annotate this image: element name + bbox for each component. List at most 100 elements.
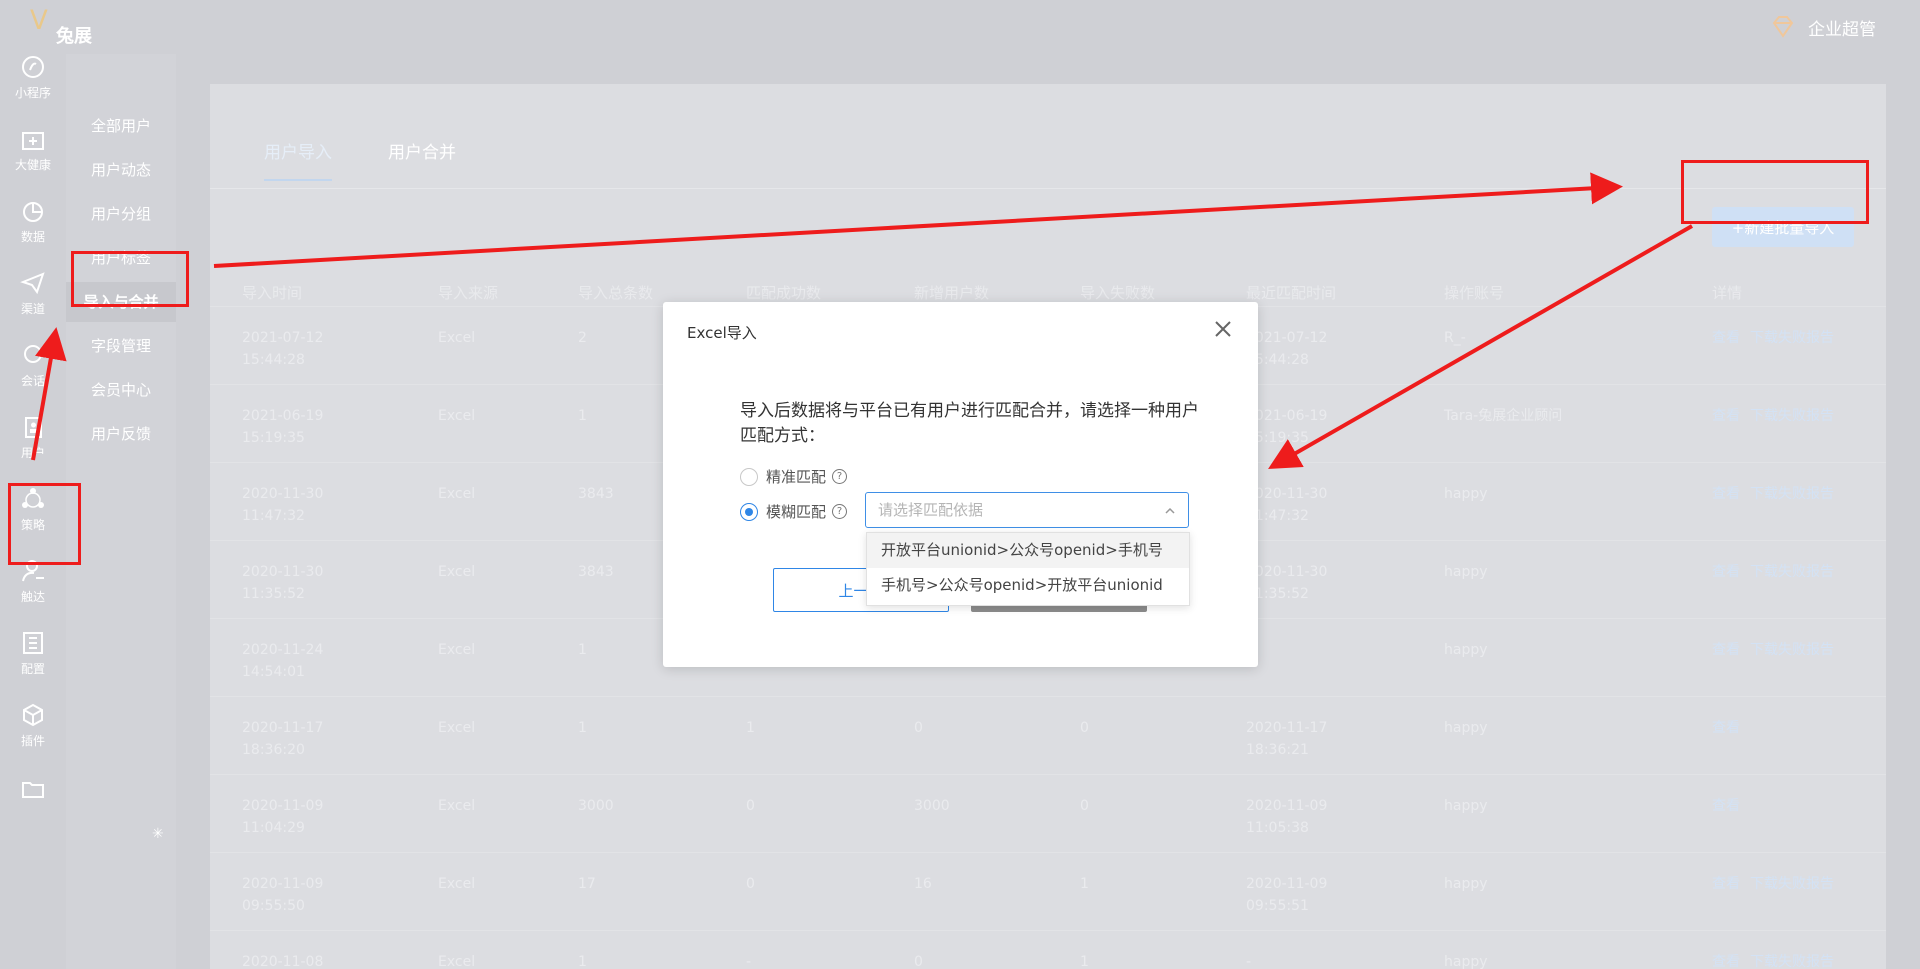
- cell-date: -: [1246, 954, 1252, 969]
- header-total: 导入总条数: [578, 284, 654, 302]
- cell-clock: 11:35:52: [242, 586, 305, 602]
- cell-date: 2020-11-30: [1246, 486, 1328, 502]
- cell-clock: 15:44:28: [1246, 352, 1309, 368]
- rail-label: 配置: [20, 662, 45, 676]
- diamond-icon: [1770, 14, 1796, 40]
- rail-item-config[interactable]: 配置: [0, 630, 66, 702]
- cell-source: Excel: [438, 642, 476, 658]
- submenu-item-user-activity[interactable]: 用户动态: [66, 150, 176, 190]
- cell-total: 1: [578, 720, 587, 736]
- pie-chart-icon: [23, 202, 43, 222]
- option-exact-match[interactable]: 精准匹配 ?: [740, 466, 848, 487]
- cell-clock: 15:44:28: [242, 352, 305, 368]
- option-fuzzy-label: 模糊匹配: [766, 503, 827, 521]
- submenu-item-all-users[interactable]: 全部用户: [66, 106, 176, 146]
- cell-total: 3843: [578, 486, 614, 502]
- view-link[interactable]: 查看: [1712, 639, 1740, 661]
- option-fuzzy-match[interactable]: 模糊匹配 ?: [740, 501, 848, 522]
- cell-last: 2020-11-17 18:36:21: [1246, 717, 1327, 761]
- download-failure-report-link[interactable]: 下载失败报告: [1750, 483, 1834, 505]
- cell-clock: 14:54:01: [242, 664, 305, 680]
- top-bar: ᐯ 兔展 企业超管: [0, 0, 1920, 54]
- header-account: 操作账号: [1444, 284, 1505, 302]
- view-link[interactable]: 查看: [1712, 405, 1740, 427]
- rail-item-plugin[interactable]: 插件: [0, 702, 66, 774]
- cell-clock: 11:47:32: [242, 508, 305, 524]
- download-failure-report-link[interactable]: 下载失败报告: [1750, 639, 1834, 661]
- radio-fuzzy[interactable]: [740, 502, 758, 521]
- submenu-item-member-center[interactable]: 会员中心: [66, 370, 176, 410]
- view-link[interactable]: 查看: [1712, 795, 1740, 817]
- annotation-box-submenu: [71, 251, 189, 307]
- rail-item-folder[interactable]: [0, 776, 66, 848]
- cell-date: 2020-11-24: [242, 642, 324, 658]
- cell-last: 2021-06-19 15:19:35: [1246, 405, 1327, 449]
- rail-item-chat[interactable]: 会话: [0, 342, 66, 414]
- view-link[interactable]: 查看: [1712, 873, 1740, 895]
- rail-item-mini-program[interactable]: 小程序: [0, 54, 66, 126]
- download-failure-report-link[interactable]: 下载失败报告: [1750, 405, 1834, 427]
- dropdown-option-unionid-first[interactable]: 开放平台unionid>公众号openid>手机号: [867, 533, 1189, 568]
- pin-icon[interactable]: ✳: [152, 826, 164, 842]
- cell-matched: 0: [746, 798, 755, 814]
- submenu-item-user-groups[interactable]: 用户分组: [66, 194, 176, 234]
- rail-item-health[interactable]: 大健康: [0, 126, 66, 198]
- cell-date: 2020-11-17: [1246, 720, 1328, 736]
- cell-date: 2020-11-17: [242, 720, 324, 736]
- rail-item-user[interactable]: 用户: [0, 414, 66, 486]
- cell-time: 2020-11-17 18:36:20: [242, 717, 323, 761]
- download-failure-report-link[interactable]: 下载失败报告: [1750, 561, 1834, 583]
- cell-date: 2021-06-19: [1246, 408, 1328, 424]
- download-failure-report-link[interactable]: 下载失败报告: [1750, 327, 1834, 349]
- radio-exact[interactable]: [740, 467, 758, 486]
- header-detail: 详情: [1712, 284, 1743, 302]
- cell-date: 2020-11-09: [1246, 798, 1328, 814]
- close-icon[interactable]: [1212, 318, 1234, 340]
- tab-user-import[interactable]: 用户导入: [264, 138, 332, 181]
- option-exact-label: 精准匹配: [766, 468, 827, 486]
- rail-item-data[interactable]: 数据: [0, 198, 66, 270]
- header-import-time: 导入时间: [242, 284, 303, 302]
- view-link[interactable]: 查看: [1712, 717, 1740, 739]
- help-icon[interactable]: ?: [832, 504, 848, 519]
- cell-clock: 18:36:21: [1246, 742, 1309, 758]
- table-row: 2020-11-09 09:55:50 Excel 17 0 16 1 2020-11-09 0…: [210, 852, 1886, 930]
- help-icon[interactable]: ?: [832, 469, 848, 484]
- cell-date: 2020-11-08: [242, 954, 324, 969]
- download-failure-report-link[interactable]: 下载失败报告: [1750, 873, 1834, 895]
- cell-total: 3000: [578, 798, 614, 814]
- cell-clock: 15:19:35: [242, 430, 305, 446]
- dropdown-option-phone-first[interactable]: 手机号>公众号openid>开放平台unionid: [867, 568, 1189, 603]
- cell-account: happy: [1444, 642, 1488, 658]
- match-basis-dropdown: 开放平台unionid>公众号openid>手机号 手机号>公众号openid>…: [866, 532, 1190, 606]
- cell-clock: 09:55:50: [242, 898, 305, 914]
- cell-added: 0: [914, 720, 923, 736]
- view-link[interactable]: 查看: [1712, 483, 1740, 505]
- cell-source: Excel: [438, 720, 476, 736]
- cell-matched: 1: [746, 720, 755, 736]
- view-link[interactable]: 查看: [1712, 561, 1740, 583]
- cell-clock: 11:35:52: [1246, 586, 1309, 602]
- rail-item-channel[interactable]: 渠道: [0, 270, 66, 342]
- tab-user-merge[interactable]: 用户合并: [388, 138, 456, 181]
- cell-time: 2020-11-09 11:04:29: [242, 795, 323, 839]
- cell-time: 2020-11-30 11:35:52: [242, 561, 323, 605]
- user-menu[interactable]: 企业超管: [1770, 14, 1876, 40]
- header-failed: 导入失败数: [1080, 284, 1156, 302]
- submenu-item-user-feedback[interactable]: 用户反馈: [66, 414, 176, 454]
- view-link[interactable]: 查看: [1712, 327, 1740, 349]
- view-link[interactable]: 查看: [1712, 951, 1740, 969]
- rail-label: 渠道: [20, 302, 45, 316]
- download-failure-report-link[interactable]: 下载失败报告: [1750, 951, 1834, 969]
- cell-time: 2021-07-12 15:44:28: [242, 327, 323, 371]
- rail-item-reach[interactable]: 触达: [0, 558, 66, 630]
- modal-title: Excel导入: [687, 324, 757, 342]
- cell-account: happy: [1444, 954, 1488, 969]
- header-added: 新增用户数: [914, 284, 990, 302]
- cell-last: 2021-07-12 15:44:28: [1246, 327, 1327, 371]
- brand-logo[interactable]: ᐯ 兔展: [26, 6, 96, 48]
- submenu-item-field-management[interactable]: 字段管理: [66, 326, 176, 366]
- match-basis-select[interactable]: 请选择匹配依据: [865, 492, 1189, 528]
- cell-clock: 09:55:51: [1246, 898, 1309, 914]
- cell-source: Excel: [438, 486, 476, 502]
